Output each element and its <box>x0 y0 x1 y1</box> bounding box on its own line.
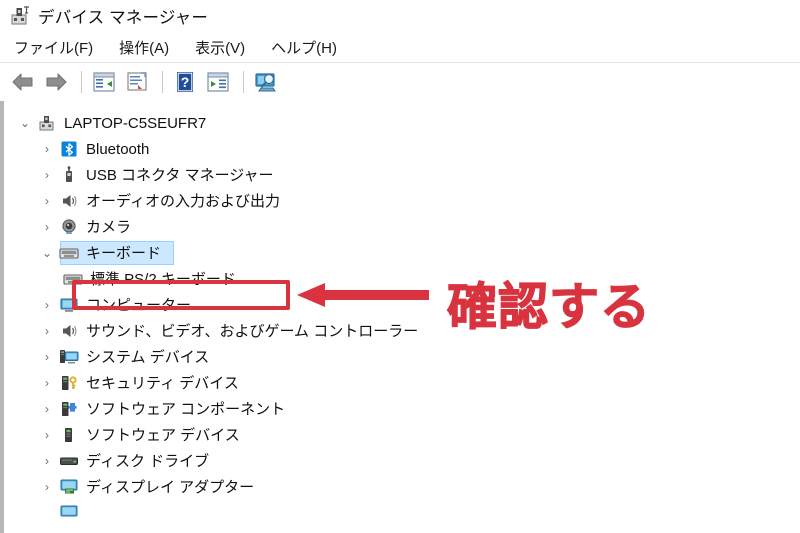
menu-file[interactable]: ファイル(F) <box>14 37 93 58</box>
software-device-icon <box>58 426 80 444</box>
scan-hardware-changes-icon <box>255 73 276 92</box>
device-tree-pane[interactable]: ⌄ LAPTOP-C5SEUFR7 › Bluetooth › USB コネクタ… <box>0 101 800 533</box>
tree-row-security-devices[interactable]: › セキュリティ デバイス <box>4 370 800 396</box>
twisty-collapsed-icon[interactable]: › <box>36 403 58 415</box>
twisty-collapsed-icon[interactable]: › <box>36 169 58 181</box>
tree-row-software-devices[interactable]: › ソフトウェア デバイス <box>4 422 800 448</box>
toolbar-help[interactable]: ? <box>170 67 200 97</box>
tree-row-display-adapters[interactable]: › ディスプレイ アダプター <box>4 474 800 500</box>
system-device-icon <box>58 348 80 366</box>
menu-view[interactable]: 表示(V) <box>195 37 245 58</box>
svg-text:?: ? <box>181 74 190 90</box>
monitor-icon <box>58 296 80 314</box>
security-device-icon <box>58 374 80 392</box>
tree-row-disk-drives[interactable]: › ディスク ドライブ <box>4 448 800 474</box>
left-arrow-annotation <box>297 283 429 307</box>
device-manager-window: デバイス マネージャー ファイル(F) 操作(A) 表示(V) ヘルプ(H) ?… <box>0 0 800 533</box>
toolbar-scan-hardware[interactable] <box>251 67 281 97</box>
toolbar-console-tree[interactable] <box>89 67 119 97</box>
toolbar-forward[interactable] <box>41 67 71 97</box>
twisty-collapsed-icon[interactable]: › <box>36 455 58 467</box>
back-arrow-icon <box>12 73 33 91</box>
window-title: デバイス マネージャー <box>38 9 209 27</box>
twisty-collapsed-icon[interactable]: › <box>36 299 58 311</box>
title-bar: デバイス マネージャー <box>0 0 800 32</box>
speaker-icon <box>58 192 80 210</box>
menu-help[interactable]: ヘルプ(H) <box>271 37 337 58</box>
computer-root-icon <box>36 114 58 132</box>
toolbar-back[interactable] <box>8 67 38 97</box>
tree-row-usb-connector-manager[interactable]: › USB コネクタ マネージャー <box>4 162 800 188</box>
twisty-collapsed-icon[interactable]: › <box>36 325 58 337</box>
twisty-expanded-icon[interactable]: ⌄ <box>14 117 36 129</box>
tree-row-software-components[interactable]: › ソフトウェア コンポーネント <box>4 396 800 422</box>
tree-label-software-devices: ソフトウェア デバイス <box>86 426 240 444</box>
speaker-icon <box>58 322 80 340</box>
twisty-collapsed-icon[interactable]: › <box>36 221 58 233</box>
tree-row-keyboard[interactable]: ⌄ キーボード <box>4 240 800 266</box>
help-icon: ? <box>177 72 193 92</box>
tree-label-keyboard: キーボード <box>86 244 162 262</box>
keyboard-device-icon <box>62 270 84 288</box>
twisty-collapsed-icon[interactable]: › <box>36 195 58 207</box>
tree-label-root: LAPTOP-C5SEUFR7 <box>64 114 207 132</box>
tree-label-security-devices: セキュリティ デバイス <box>86 374 239 392</box>
tree-label-software-components: ソフトウェア コンポーネント <box>86 400 286 418</box>
tree-row-camera[interactable]: › カメラ <box>4 214 800 240</box>
tree-label-usb-connector-manager: USB コネクタ マネージャー <box>86 166 274 184</box>
twisty-collapsed-icon[interactable]: › <box>36 351 58 363</box>
tree-label-disk-drives: ディスク ドライブ <box>86 452 210 470</box>
device-manager-icon <box>8 5 30 27</box>
bluetooth-icon <box>58 140 80 158</box>
tree-label-audio-inputs-outputs: オーディオの入力および出力 <box>86 192 280 210</box>
camera-icon <box>58 218 80 236</box>
usb-icon <box>58 166 80 184</box>
twisty-collapsed-icon[interactable]: › <box>36 377 58 389</box>
tree-label-sound-video-game-controllers: サウンド、ビデオ、およびゲーム コントローラー <box>86 322 419 340</box>
tree-label-camera: カメラ <box>86 218 132 236</box>
twisty-expanded-icon[interactable]: ⌄ <box>36 247 58 259</box>
tree-row-partial-cutoff[interactable] <box>4 500 800 526</box>
toolbar: ? <box>0 63 800 102</box>
network-adapter-icon <box>58 504 80 522</box>
software-component-icon <box>58 400 80 418</box>
toolbar-separator <box>81 71 82 93</box>
tree-row-root[interactable]: ⌄ LAPTOP-C5SEUFR7 <box>4 110 800 136</box>
tree-label-display-adapters: ディスプレイ アダプター <box>86 478 255 496</box>
tree-row-audio-inputs-outputs[interactable]: › オーディオの入力および出力 <box>4 188 800 214</box>
update-driver-icon <box>207 72 229 92</box>
tree-label-standard-ps2-keyboard: 標準 PS/2 キーボード <box>90 270 236 288</box>
menu-bar: ファイル(F) 操作(A) 表示(V) ヘルプ(H) <box>0 32 800 63</box>
toolbar-update-driver[interactable] <box>203 67 233 97</box>
display-adapter-icon <box>58 478 80 496</box>
twisty-collapsed-icon[interactable]: › <box>36 429 58 441</box>
toolbar-properties[interactable] <box>122 67 152 97</box>
show-hide-console-tree-icon <box>93 72 115 92</box>
tree-label-system-devices: システム デバイス <box>86 348 210 366</box>
disk-drive-icon <box>58 452 80 470</box>
toolbar-separator-3 <box>243 71 244 93</box>
twisty-collapsed-icon[interactable]: › <box>36 481 58 493</box>
keyboard-icon <box>58 244 80 262</box>
twisty-collapsed-icon[interactable]: › <box>36 143 58 155</box>
tree-label-computer: コンピューター <box>86 296 192 314</box>
annotation-text: 確認する <box>446 277 651 336</box>
tree-row-sound-video-game-controllers[interactable]: › サウンド、ビデオ、およびゲーム コントローラー <box>4 318 800 344</box>
tree-label-bluetooth: Bluetooth <box>86 140 150 158</box>
forward-arrow-icon <box>46 73 67 91</box>
device-tree: ⌄ LAPTOP-C5SEUFR7 › Bluetooth › USB コネクタ… <box>4 101 800 526</box>
menu-action[interactable]: 操作(A) <box>119 37 169 58</box>
tree-row-bluetooth[interactable]: › Bluetooth <box>4 136 800 162</box>
tree-row-system-devices[interactable]: › システム デバイス <box>4 344 800 370</box>
properties-icon <box>127 72 147 91</box>
toolbar-separator-2 <box>162 71 163 93</box>
